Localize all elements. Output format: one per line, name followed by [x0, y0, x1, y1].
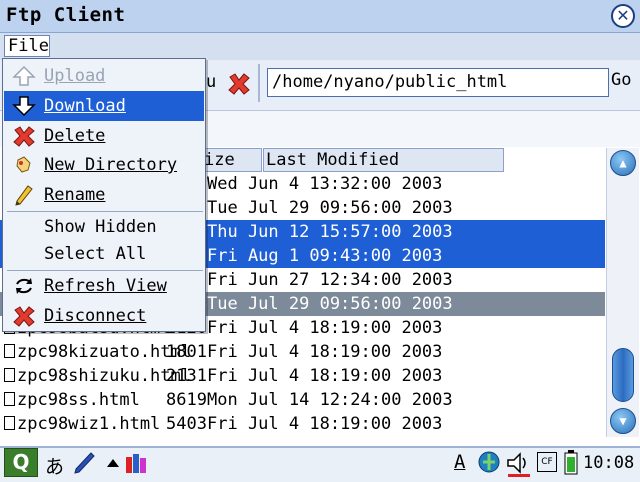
file-name-text: zpc98ss.html [17, 390, 140, 410]
file-name: zpc98wiz1.html [4, 412, 160, 436]
file-icon [4, 416, 15, 430]
go-button[interactable]: Go [611, 70, 631, 90]
path-input[interactable]: /home/nyano/public_html [267, 68, 609, 97]
file-modified: Thu Jun 12 15:57:00 2003 [207, 222, 453, 242]
menu-item-label: Download [44, 96, 126, 116]
menu-item-label: Upload [44, 66, 106, 86]
file-modified: Fri Aug 1 09:43:00 2003 [207, 246, 443, 266]
file-name: zpc98ss.html [4, 388, 140, 412]
menu-item-label: New Directory [44, 155, 178, 175]
menu-item-select-all[interactable]: Select All [4, 239, 204, 269]
scrollbar-thumb[interactable] [612, 348, 634, 402]
pencil-icon [15, 185, 33, 206]
taskbar-up-arrow-icon[interactable] [106, 458, 120, 468]
menu-item-rename[interactable]: Rename [4, 180, 204, 210]
menu-item-download[interactable]: Download [4, 91, 204, 121]
table-row[interactable]: zpc98ss.html 8619 Mon Jul 14 12:24:00 2003 [0, 388, 605, 412]
keyboard-a-indicator[interactable]: A [454, 451, 465, 473]
file-name: zpc98kizuato.html [4, 340, 191, 364]
menu-item-label: Refresh View [44, 276, 167, 296]
file-modified: Tue Jul 29 09:56:00 2003 [207, 294, 453, 314]
file-modified: Fri Jul 4 18:19:00 2003 [207, 414, 443, 434]
file-icon [4, 344, 15, 358]
file-icon [4, 368, 15, 382]
file-size: 1801 [166, 342, 207, 362]
menu-item-label: Disconnect [44, 306, 147, 326]
file-modified: Mon Jul 14 12:24:00 2003 [207, 390, 453, 410]
start-menu-button[interactable]: Q [4, 448, 38, 477]
cf-card-icon[interactable]: CF [537, 452, 557, 472]
menu-item-show-hidden[interactable]: Show Hidden [4, 212, 204, 242]
file-name-text: zpc98kizuato.html [17, 342, 191, 362]
column-header-size[interactable]: ize [201, 148, 262, 172]
menu-item-label: Select All [44, 244, 147, 264]
file-name-text: zpc98wiz1.html [17, 414, 161, 434]
title-bar: Ftp Client [0, 0, 640, 33]
network-globe-icon[interactable] [477, 450, 501, 474]
file-modified: Wed Jun 4 13:32:00 2003 [207, 174, 443, 194]
delete-x-icon [13, 126, 35, 147]
menu-item-disconnect[interactable]: Disconnect [4, 301, 204, 331]
handwriting-pen-icon[interactable] [72, 451, 96, 475]
column-header-last-modified[interactable]: Last Modified [263, 148, 504, 172]
file-modified: Fri Jul 4 18:19:00 2003 [207, 318, 443, 338]
refresh-icon [16, 278, 32, 294]
scroll-up-icon[interactable]: ▲ [610, 150, 636, 176]
table-row[interactable]: zpc98wiz1.html 5403 Fri Jul 4 18:19:00 200… [0, 412, 605, 436]
menu-item-new-directory[interactable]: New Directory [4, 150, 204, 180]
volume-speaker-icon[interactable] [505, 450, 533, 478]
download-arrow-icon [12, 96, 36, 117]
menu-bar: File [0, 33, 640, 60]
file-menu-dropdown: Upload Download Delete New Directory Ren… [2, 58, 206, 332]
disconnect-x-icon [13, 306, 35, 327]
delete-toolbar-icon[interactable] [226, 71, 252, 97]
file-modified: Fri Jul 4 18:19:00 2003 [207, 366, 443, 386]
menu-item-label: Delete [44, 126, 106, 146]
table-row[interactable]: zpc98shizuku.html 2131 Fri Jul 4 18:19:00 … [0, 364, 605, 388]
file-size: 8619 [166, 390, 207, 410]
app-books-icon[interactable] [124, 451, 154, 475]
menu-item-label: Rename [44, 185, 106, 205]
menu-item-delete[interactable]: Delete [4, 121, 204, 151]
file-modified: Fri Jun 27 12:34:00 2003 [207, 270, 453, 290]
file-size: 5403 [166, 414, 207, 434]
toolbar-divider [258, 64, 260, 102]
battery-icon[interactable] [564, 449, 578, 475]
menu-file[interactable]: File [4, 35, 50, 57]
close-button[interactable]: ✕ [611, 4, 635, 28]
new-directory-icon [16, 156, 31, 173]
toolbar-partial-label: u [206, 72, 217, 92]
window-title: Ftp Client [6, 4, 126, 26]
file-name-text: zpc98shizuku.html [17, 366, 191, 386]
scroll-down-icon[interactable]: ▼ [610, 408, 636, 434]
table-row[interactable]: zpc98kizuato.html 1801 Fri Jul 4 18:19:00 … [0, 340, 605, 364]
file-icon [4, 392, 15, 406]
menu-item-upload[interactable]: Upload [4, 61, 204, 91]
file-name: zpc98shizuku.html [4, 364, 191, 388]
file-modified: Tue Jul 29 09:56:00 2003 [207, 198, 453, 218]
file-size: 2131 [166, 366, 207, 386]
menu-item-label: Show Hidden [44, 217, 157, 237]
file-modified: Fri Jul 4 18:19:00 2003 [207, 342, 443, 362]
input-mode-label[interactable]: あ [45, 452, 64, 479]
menu-item-refresh-view[interactable]: Refresh View [4, 271, 204, 301]
clock[interactable]: 10:08 [583, 453, 634, 473]
menu-file-label: File [8, 36, 49, 56]
upload-arrow-icon [12, 65, 36, 86]
